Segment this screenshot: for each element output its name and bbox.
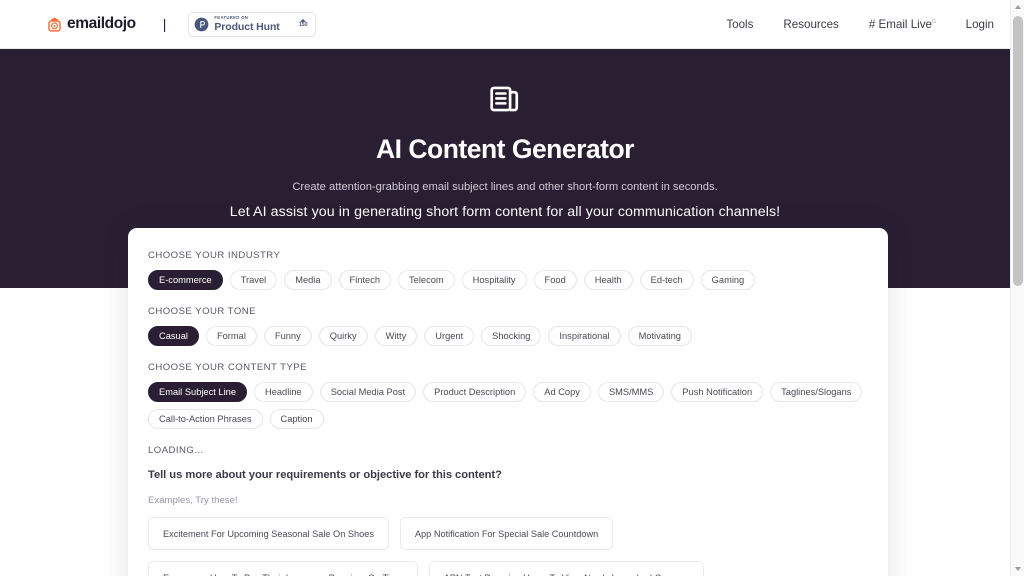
industry-chip-telecom[interactable]: Telecom bbox=[398, 270, 455, 290]
tone-chip-inspirational[interactable]: Inspirational bbox=[548, 326, 621, 346]
content-type-chip-sms-mms[interactable]: SMS/MMS bbox=[597, 382, 665, 402]
content-type-chip-ad-copy[interactable]: Ad Copy bbox=[533, 382, 591, 402]
example-card-1[interactable]: Excitement For Upcoming Seasonal Sale On… bbox=[148, 517, 389, 550]
top-navbar: emaildojo | FEATURED ON Product Hunt 150… bbox=[0, 0, 1010, 49]
newspaper-document-icon bbox=[488, 82, 522, 121]
industry-chip-e-commerce[interactable]: E-commerce bbox=[148, 270, 223, 290]
content-type-chip-push-notification[interactable]: Push Notification bbox=[671, 382, 764, 402]
content-type-chip-social-media-post[interactable]: Social Media Post bbox=[319, 382, 417, 402]
example-card-row: Excitement For Upcoming Seasonal Sale On… bbox=[148, 517, 868, 576]
vertical-scrollbar[interactable] bbox=[1010, 0, 1024, 576]
tone-section-label: CHOOSE YOUR TONE bbox=[148, 306, 256, 317]
industry-section-label: CHOOSE YOUR INDUSTRY bbox=[148, 250, 281, 261]
tone-chip-urgent[interactable]: Urgent bbox=[424, 326, 475, 346]
example-card-2[interactable]: App Notification For Special Sale Countd… bbox=[399, 517, 614, 550]
hero-subtitle: Create attention-grabbing email subject … bbox=[292, 181, 718, 193]
nav-link-resources[interactable]: Resources bbox=[783, 18, 838, 31]
tone-chip-casual[interactable]: Casual bbox=[148, 326, 199, 346]
content-type-chip-caption[interactable]: Caption bbox=[269, 409, 324, 429]
product-hunt-text-group: FEATURED ON Product Hunt bbox=[214, 14, 280, 33]
navbar-right-group: Tools Resources # Email Live□ Login bbox=[696, 0, 1010, 49]
industry-chip-travel[interactable]: Travel bbox=[229, 270, 278, 290]
tone-chip-shocking[interactable]: Shocking bbox=[481, 326, 542, 346]
tone-chip-motivating[interactable]: Motivating bbox=[627, 326, 692, 346]
industry-chip-food[interactable]: Food bbox=[533, 270, 577, 290]
content-type-chip-taglines-slogans[interactable]: Taglines/Slogans bbox=[770, 382, 863, 402]
tone-chip-quirky[interactable]: Quirky bbox=[318, 326, 368, 346]
content-type-chip-headline[interactable]: Headline bbox=[254, 382, 313, 402]
product-hunt-upvote-group: 150 bbox=[299, 19, 308, 28]
nav-link-email-live[interactable]: # Email Live□ bbox=[869, 18, 936, 31]
content-type-chip-row: Email Subject Line Headline Social Media… bbox=[148, 382, 868, 429]
tone-chip-witty[interactable]: Witty bbox=[374, 326, 418, 346]
industry-chip-gaming[interactable]: Gaming bbox=[700, 270, 756, 290]
tone-chip-funny[interactable]: Funny bbox=[263, 326, 312, 346]
industry-chip-fintech[interactable]: Fintech bbox=[338, 270, 392, 290]
product-hunt-featured-label: FEATURED ON bbox=[214, 14, 249, 20]
nav-link-email-live-superscript: □ bbox=[932, 19, 936, 26]
generator-form-card: CHOOSE YOUR INDUSTRY E-commerce Travel M… bbox=[128, 228, 888, 576]
emaildojo-logo-icon bbox=[46, 16, 63, 33]
industry-chip-health[interactable]: Health bbox=[583, 270, 633, 290]
industry-chip-ed-tech[interactable]: Ed-tech bbox=[639, 270, 694, 290]
scroll-down-arrow-icon[interactable] bbox=[1011, 562, 1024, 576]
tone-chip-row: Casual Formal Funny Quirky Witty Urgent … bbox=[148, 326, 868, 346]
hero-tagline: Let AI assist you in generating short fo… bbox=[229, 204, 781, 220]
content-type-chip-call-to-action-phrases[interactable]: Call-to-Action Phrases bbox=[148, 409, 263, 429]
example-card-4[interactable]: APN Text Pursuing Users To View Newly La… bbox=[428, 561, 704, 576]
scrollbar-thumb[interactable] bbox=[1013, 16, 1023, 286]
industry-chip-media[interactable]: Media bbox=[284, 270, 332, 290]
industry-chip-hospitality[interactable]: Hospitality bbox=[461, 270, 527, 290]
example-card-3[interactable]: Encourage User To Pay Their Insurance Pr… bbox=[148, 561, 418, 576]
scroll-up-arrow-icon[interactable] bbox=[1011, 0, 1024, 14]
browser-viewport: emaildojo | FEATURED ON Product Hunt 150… bbox=[0, 0, 1024, 576]
industry-chip-row: E-commerce Travel Media Fintech Telecom … bbox=[148, 270, 868, 290]
content-type-chip-product-description[interactable]: Product Description bbox=[423, 382, 527, 402]
brand-logo[interactable]: emaildojo bbox=[46, 15, 136, 33]
nav-link-email-live-text: # Email Live bbox=[868, 18, 932, 31]
product-hunt-upvote-count: 150 bbox=[298, 22, 308, 29]
nav-link-tools[interactable]: Tools bbox=[726, 18, 753, 31]
page-content: emaildojo | FEATURED ON Product Hunt 150… bbox=[0, 0, 1010, 576]
prompt-question-label: Tell us more about your requirements or … bbox=[148, 469, 502, 481]
content-type-chip-email-subject-line[interactable]: Email Subject Line bbox=[148, 382, 247, 402]
status-text: LOADING... bbox=[148, 445, 204, 456]
page-title: AI Content Generator bbox=[376, 134, 634, 164]
product-hunt-icon bbox=[194, 17, 209, 32]
navbar-divider: | bbox=[162, 16, 167, 32]
content-type-section-label: CHOOSE YOUR CONTENT TYPE bbox=[148, 362, 307, 373]
examples-label: Examples, Try these! bbox=[148, 495, 238, 506]
product-hunt-badge[interactable]: FEATURED ON Product Hunt 150 bbox=[188, 11, 316, 37]
product-hunt-name: Product Hunt bbox=[214, 20, 280, 33]
brand-name: emaildojo bbox=[67, 15, 136, 32]
tone-chip-formal[interactable]: Formal bbox=[205, 326, 257, 346]
nav-link-login[interactable]: Login bbox=[966, 18, 994, 31]
navbar-left-group: emaildojo | FEATURED ON Product Hunt 150 bbox=[46, 11, 316, 37]
